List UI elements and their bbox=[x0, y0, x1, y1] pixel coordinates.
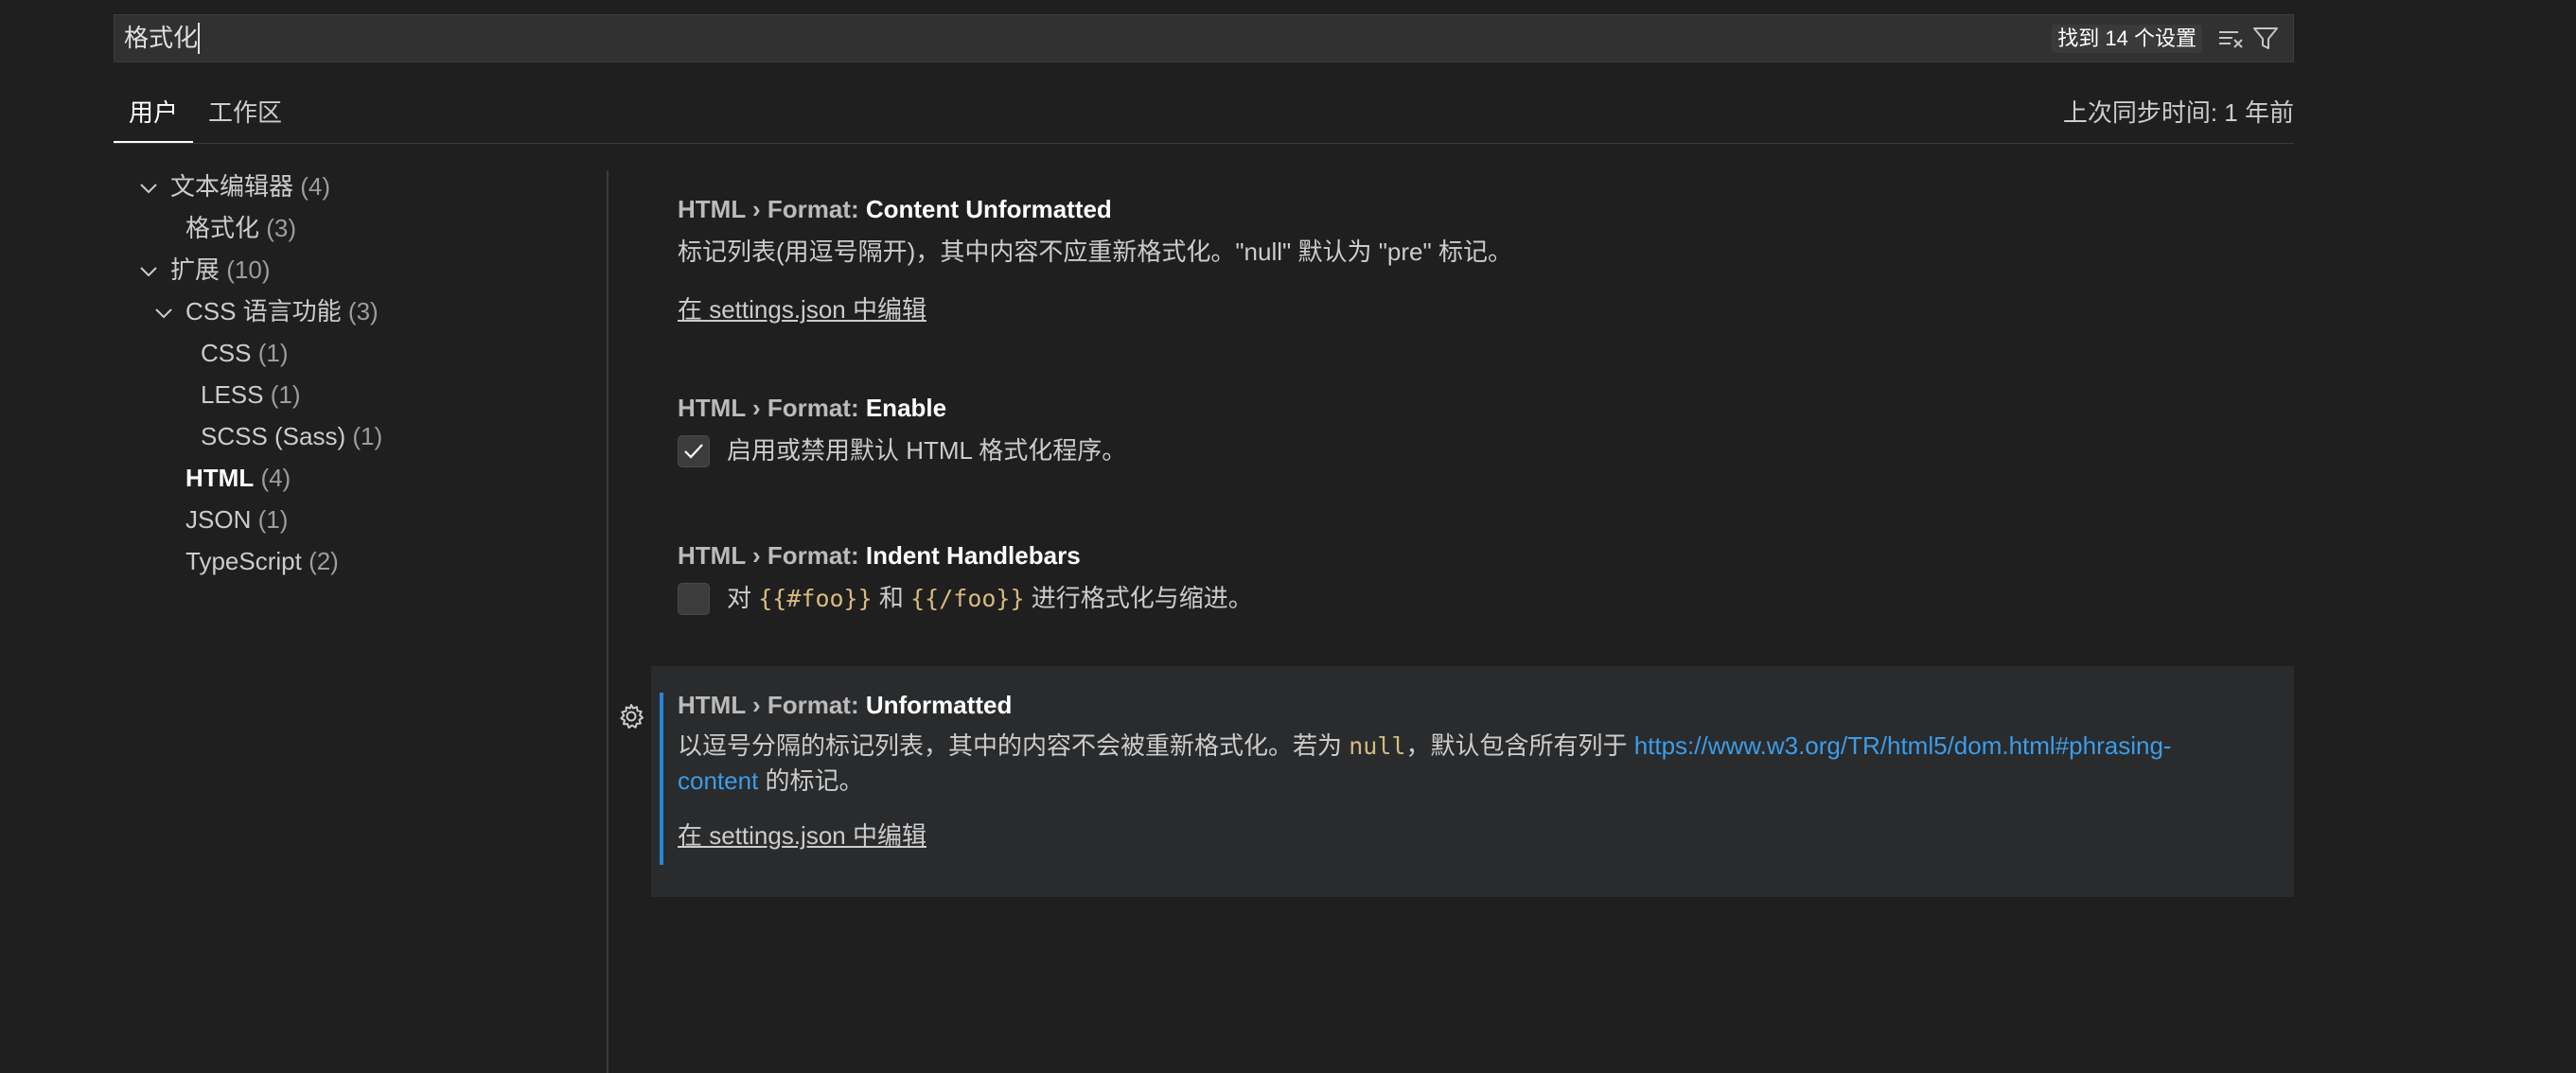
setting-description: 启用或禁用默认 HTML 格式化程序。 bbox=[727, 436, 1127, 465]
setting-unformatted: HTML › Format: Unformatted 以逗号分隔的标记列表，其中… bbox=[620, 666, 2294, 897]
setting-description: 以逗号分隔的标记列表，其中的内容不会被重新格式化。若为 null，默认包含所有列… bbox=[678, 731, 2172, 795]
tab-user[interactable]: 用户 bbox=[129, 97, 178, 142]
tab-workspace[interactable]: 工作区 bbox=[208, 97, 282, 142]
setting-description: 标记列表(用逗号隔开)，其中内容不应重新格式化。"null" 默认为 "pre"… bbox=[678, 237, 1512, 266]
chevron-down-icon[interactable] bbox=[153, 303, 174, 324]
clear-filter-icon[interactable] bbox=[2217, 26, 2244, 51]
toc-item-html[interactable]: HTML (4) bbox=[185, 462, 291, 494]
edit-in-settings-json-link[interactable]: 在 settings.json 中编辑 bbox=[678, 819, 926, 852]
edit-in-settings-json-link[interactable]: 在 settings.json 中编辑 bbox=[678, 293, 926, 325]
indent-handlebars-checkbox[interactable] bbox=[678, 583, 710, 615]
toc-item-extensions[interactable]: 扩展 (10) bbox=[170, 254, 271, 286]
toc-item-scss[interactable]: SCSS (Sass) (1) bbox=[201, 420, 382, 452]
toc-item-less[interactable]: LESS (1) bbox=[201, 378, 301, 411]
enable-checkbox[interactable] bbox=[678, 435, 710, 467]
settings-search-input[interactable] bbox=[124, 15, 1638, 62]
focus-indicator bbox=[660, 693, 663, 865]
setting-format-enable: HTML › Format: Enable 启用或禁用默认 HTML 格式化程序… bbox=[651, 378, 2294, 492]
settings-scope-tabs: 用户 工作区 上次同步时间: 1 年前 bbox=[114, 83, 2294, 144]
toc-item-json[interactable]: JSON (1) bbox=[185, 503, 288, 536]
setting-title: HTML › Format: Content Unformatted bbox=[678, 195, 1112, 223]
toc-item-text-editor[interactable]: 文本编辑器 (4) bbox=[170, 170, 330, 202]
setting-title: HTML › Format: Unformatted bbox=[678, 691, 1013, 719]
toc-item-css[interactable]: CSS (1) bbox=[201, 337, 288, 369]
setting-indent-handlebars: HTML › Format: Indent Handlebars 对 {{#fo… bbox=[651, 526, 2294, 640]
toc-item-css-language-features[interactable]: CSS 语言功能 (3) bbox=[185, 295, 379, 327]
chevron-down-icon[interactable] bbox=[138, 178, 159, 199]
text-caret bbox=[198, 23, 200, 54]
settings-search-bar: 找到 14 个设置 bbox=[114, 14, 2294, 62]
gear-icon[interactable] bbox=[617, 702, 645, 730]
setting-title: HTML › Format: Indent Handlebars bbox=[678, 541, 1081, 570]
active-tab-indicator bbox=[114, 141, 193, 143]
search-result-count: 找到 14 个设置 bbox=[2052, 25, 2202, 53]
toc-divider bbox=[607, 170, 609, 1073]
toc-item-formatting[interactable]: 格式化 (3) bbox=[185, 212, 296, 244]
toc-item-typescript[interactable]: TypeScript (2) bbox=[185, 545, 339, 577]
chevron-down-icon[interactable] bbox=[138, 261, 159, 282]
sync-status: 上次同步时间: 1 年前 bbox=[2062, 98, 2294, 127]
setting-content-unformatted: HTML › Format: Content Unformatted 标记列表(… bbox=[651, 180, 2294, 350]
setting-title: HTML › Format: Enable bbox=[678, 394, 947, 422]
checkmark-icon bbox=[684, 444, 703, 459]
setting-description: 对 {{#foo}} 和 {{/foo}} 进行格式化与缩进。 bbox=[727, 584, 1253, 612]
filter-icon[interactable] bbox=[2251, 26, 2280, 52]
